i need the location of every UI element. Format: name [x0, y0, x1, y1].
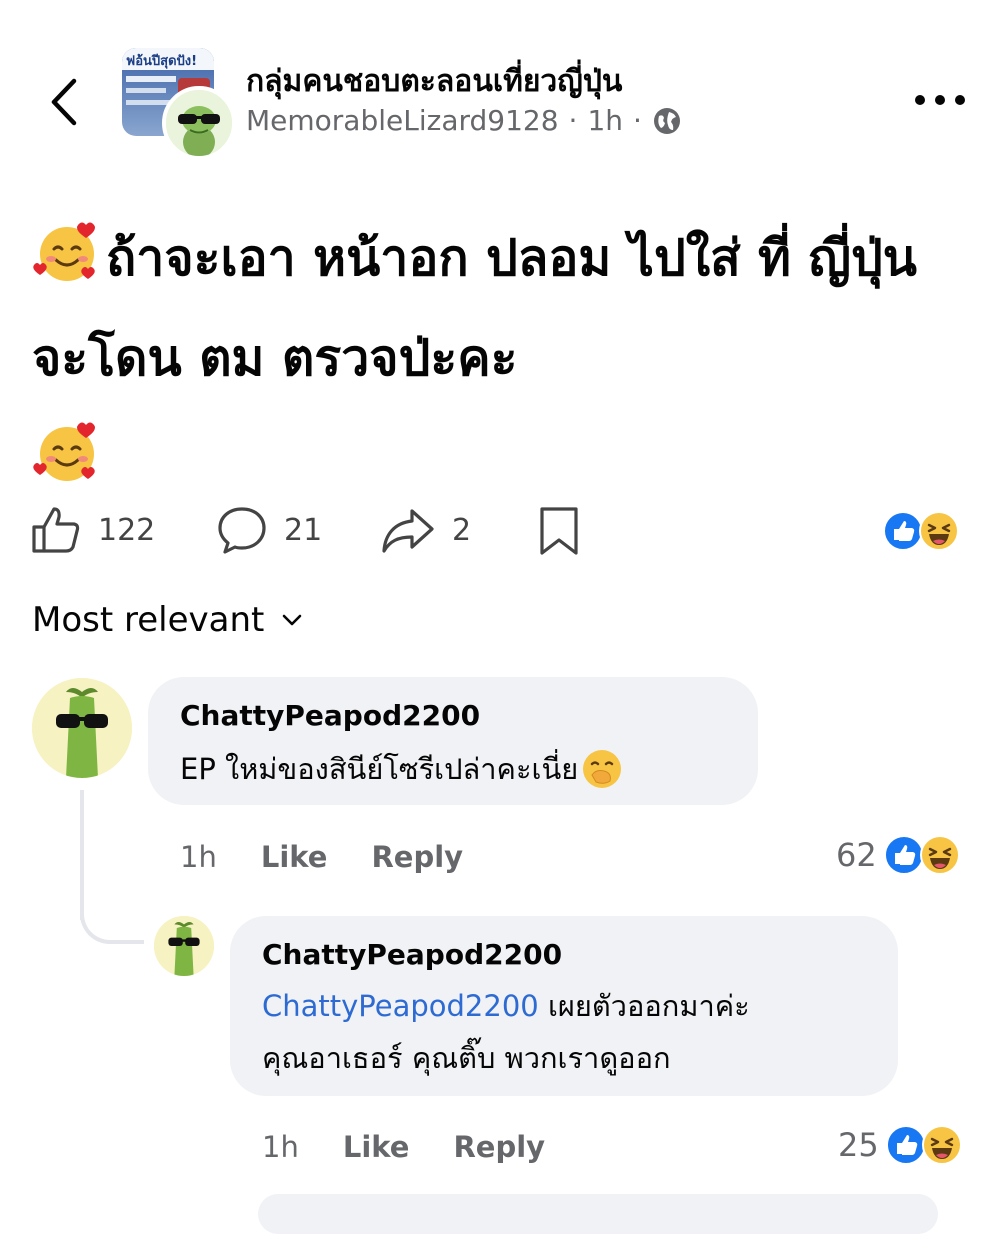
- peapod-avatar-icon: [32, 678, 132, 778]
- comment-sort-dropdown[interactable]: Most relevant: [32, 600, 302, 640]
- comment-meta: 1h Like Reply: [180, 840, 463, 874]
- next-comment-bubble[interactable]: [258, 1194, 938, 1234]
- chevron-down-icon: [283, 614, 302, 626]
- thread-connector: [80, 880, 144, 944]
- comment-avatar[interactable]: [32, 678, 132, 778]
- author-name[interactable]: MemorableLizard9128: [246, 104, 559, 137]
- reply-reactions[interactable]: 25: [838, 1124, 963, 1166]
- thumbs-up-icon: [32, 507, 80, 553]
- save-button[interactable]: [538, 505, 580, 557]
- back-button[interactable]: [38, 72, 88, 132]
- meta-separator: ·: [568, 104, 578, 137]
- comment-like-button[interactable]: Like: [261, 840, 328, 874]
- reaction-count: 62: [836, 836, 877, 874]
- reply-reply-button[interactable]: Reply: [453, 1130, 545, 1164]
- globe-icon: [653, 107, 680, 134]
- group-cover-text: ฟอ้นปีสุดปัง!: [126, 54, 198, 69]
- comment-time[interactable]: 1h: [180, 840, 217, 874]
- reply-like-button[interactable]: Like: [343, 1130, 410, 1164]
- comment-bubble[interactable]: ChattyPeapod2200 EP ใหม่ของสินีย์โซรีเปล…: [148, 677, 758, 805]
- haha-reaction-icon: [919, 835, 960, 875]
- post-reactions[interactable]: [882, 510, 960, 552]
- post-time[interactable]: 1h: [587, 104, 623, 137]
- haha-reaction-icon: [921, 1125, 962, 1165]
- chevron-left-icon: [51, 78, 77, 126]
- face-with-hand-over-mouth-icon: [583, 750, 622, 788]
- reply-time[interactable]: 1h: [262, 1130, 299, 1164]
- comment-button[interactable]: 21: [216, 505, 322, 555]
- reply-meta: 1h Like Reply: [262, 1130, 545, 1164]
- peapod-avatar-icon: [154, 916, 214, 976]
- like-count: 122: [98, 512, 156, 548]
- comment-author[interactable]: ChattyPeapod2200: [180, 699, 480, 732]
- post-meta: MemorableLizard9128 · 1h ·: [246, 104, 682, 137]
- comment-icon: [218, 507, 266, 554]
- haha-reaction-icon: [919, 511, 959, 551]
- lizard-avatar-icon: [166, 90, 232, 156]
- reply-bubble[interactable]: ChattyPeapod2200 ChattyPeapod2200 เผยตัว…: [230, 916, 898, 1096]
- like-button[interactable]: 122: [30, 505, 155, 555]
- smiling-face-with-hearts-icon: [33, 422, 95, 481]
- sort-label: Most relevant: [32, 600, 265, 640]
- reply-text: ChattyPeapod2200 เผยตัวออกมาค่ะ คุณอาเธอ…: [262, 980, 882, 1084]
- reply-body-line1: เผยตัวออกมาค่ะ: [538, 989, 750, 1023]
- author-avatar[interactable]: [162, 86, 236, 160]
- reply-avatar[interactable]: [154, 916, 214, 976]
- comment-reply-button[interactable]: Reply: [371, 840, 463, 874]
- meta-separator-2: ·: [633, 104, 642, 137]
- comment-text: EP ใหม่ของสินีย์โซรีเปล่าคะเนี่ย: [180, 743, 624, 795]
- bookmark-icon: [540, 507, 578, 555]
- comment-count: 21: [284, 512, 323, 548]
- comment-reactions[interactable]: 62: [836, 834, 961, 876]
- comment-body: EP ใหม่ของสินีย์โซรีเปล่าคะเนี่ย: [180, 752, 579, 786]
- reaction-count: 25: [838, 1126, 879, 1164]
- share-button[interactable]: 2: [380, 505, 471, 555]
- mention-link[interactable]: ChattyPeapod2200: [262, 989, 539, 1023]
- share-icon: [382, 509, 434, 553]
- share-count: 2: [452, 512, 472, 548]
- reply-author[interactable]: ChattyPeapod2200: [262, 938, 562, 971]
- post-body: ถ้าจะเอา หน้าอก ปลอม ไปใส่ ที่ ญี่ปุ่น จ…: [32, 229, 917, 387]
- reply-body-line2: คุณอาเธอร์ คุณติ๊บ พวกเราดูออก: [262, 1041, 671, 1075]
- group-name[interactable]: กลุ่มคนชอบตะลอนเที่ยวญี่ปุ่น: [246, 58, 622, 105]
- more-options-button[interactable]: [910, 80, 970, 120]
- smiling-face-with-hearts-icon: [33, 222, 95, 281]
- more-horizontal-icon: [915, 95, 965, 105]
- post-text: ถ้าจะเอา หน้าอก ปลอม ไปใส่ ที่ ญี่ปุ่น จ…: [32, 208, 972, 508]
